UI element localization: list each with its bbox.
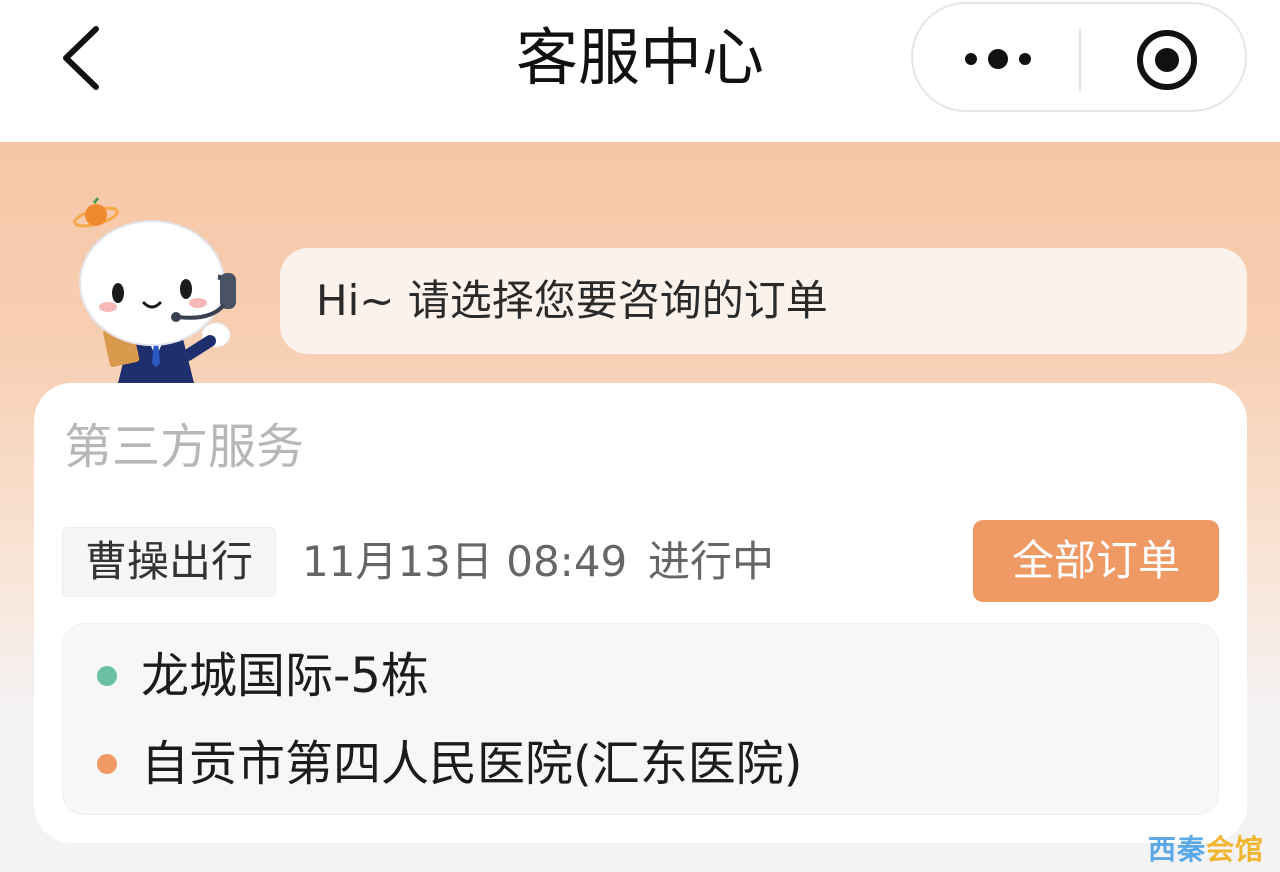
order-status: 进行中	[648, 537, 775, 586]
order-time: 11月13日 08:49	[302, 537, 628, 586]
watermark-part-2: 会馆	[1206, 833, 1265, 866]
origin-dot-icon	[97, 666, 117, 686]
card-heading: 第三方服务	[64, 419, 305, 475]
more-button[interactable]	[953, 24, 1043, 94]
top-nav-bar: 客服中心	[0, 0, 1280, 142]
order-route[interactable]: 龙城国际-5栋 自贡市第四人民医院(汇东医院)	[62, 623, 1219, 815]
destination-dot-icon	[97, 754, 117, 774]
close-button[interactable]	[1125, 18, 1209, 102]
target-close-icon	[1137, 30, 1197, 90]
provider-tag: 曹操出行	[62, 527, 277, 597]
order-card: 第三方服务 曹操出行 11月13日 08:49 进行中 全部订单 龙城国际-5栋…	[34, 383, 1247, 843]
watermark-logo: 西秦会馆	[1148, 831, 1264, 869]
route-destination: 自贡市第四人民医院(汇东医院)	[141, 736, 803, 792]
route-destination-row: 自贡市第四人民医院(汇东医院)	[63, 724, 802, 804]
capsule-divider	[1079, 28, 1081, 92]
watermark-part-1: 西秦	[1148, 833, 1207, 866]
more-dots-icon	[965, 49, 1031, 69]
mini-program-capsule	[911, 2, 1247, 112]
assistant-mascot-icon	[70, 195, 250, 385]
customer-service-page: 客服中心 Hi~ 请选择您要咨询的订单 第三方服务 曹操出行 11月13日 08…	[0, 0, 1280, 872]
route-origin-row: 龙城国际-5栋	[63, 636, 429, 716]
greeting-bubble: Hi~ 请选择您要咨询的订单	[280, 248, 1247, 354]
route-origin: 龙城国际-5栋	[141, 648, 429, 704]
all-orders-button[interactable]: 全部订单	[973, 520, 1219, 602]
